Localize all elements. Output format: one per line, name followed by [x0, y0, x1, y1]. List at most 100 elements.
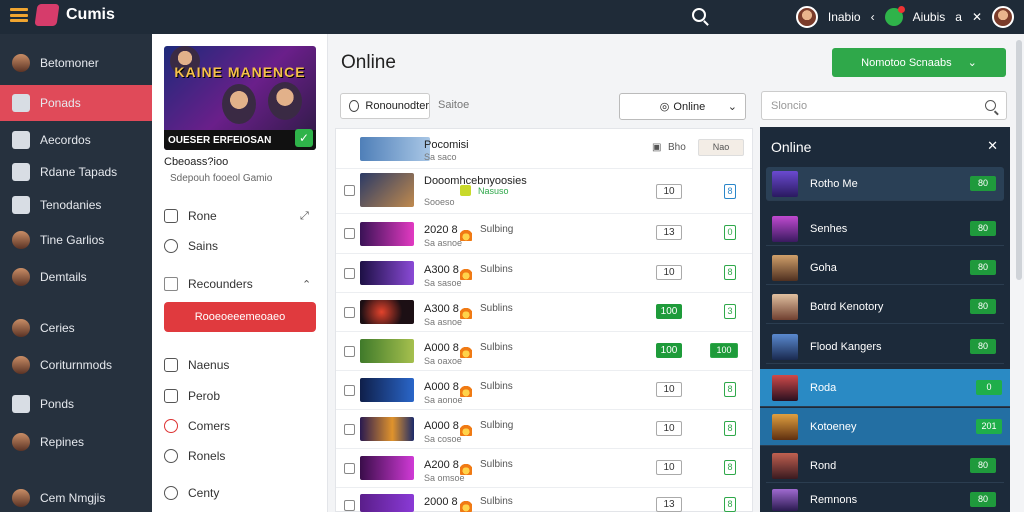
sidebar-item-5[interactable]: Tine Garlios [0, 222, 152, 258]
online-panel: Online ✕ Rotho Me 80 Senhes 80 Goha 80 Botr… [760, 127, 1010, 512]
flag-icon [164, 389, 178, 403]
online-item[interactable]: Rond 80 [766, 449, 1004, 483]
row-checkbox[interactable] [344, 346, 355, 357]
thumbnail [360, 261, 414, 285]
chevron-icon[interactable]: ‹ [871, 10, 875, 24]
page-title: Online [341, 52, 396, 73]
home-icon [12, 163, 30, 181]
avatar [772, 170, 798, 197]
fire-icon [460, 305, 472, 319]
thumbnail [360, 222, 414, 246]
fire-icon [460, 344, 472, 358]
online-item[interactable]: Goha 80 [766, 251, 1004, 285]
sidebar-item-9[interactable]: Ponds [0, 386, 152, 422]
filter-button[interactable]: Ronounodter [340, 93, 430, 119]
menu-item-2[interactable]: Recounders [164, 277, 253, 291]
sidebar-item-2[interactable]: Aecordos [0, 122, 152, 158]
menu-item-3[interactable]: Naenus [164, 358, 229, 372]
row-checkbox[interactable] [344, 385, 355, 396]
filter-icon [349, 100, 360, 112]
online-item[interactable]: Rotho Me 80 [766, 167, 1004, 201]
table-row[interactable]: 2020 8 Sa asnoe Sulbing 13 0 [336, 214, 752, 254]
table-row[interactable]: A300 8 Sa asnoe Sublins 100 3 [336, 293, 752, 332]
primary-red-button[interactable]: Rooeoeeemeoaeo [164, 302, 316, 332]
profile-avatar[interactable] [992, 6, 1014, 28]
chevron-up-icon[interactable]: ⌃ [302, 278, 311, 291]
panel-title: Online [771, 139, 812, 155]
row-checkbox[interactable] [344, 268, 355, 279]
row-checkbox[interactable] [344, 307, 355, 318]
row-checkbox[interactable] [344, 500, 355, 511]
username-2[interactable]: Aiubis [913, 10, 946, 24]
username[interactable]: Inabio [828, 10, 861, 24]
filter-text[interactable]: Saitoe [438, 99, 469, 111]
search-icon[interactable] [692, 8, 706, 22]
avatar [772, 452, 798, 479]
checkbox[interactable] [164, 277, 178, 291]
row-checkbox[interactable] [344, 228, 355, 239]
online-item[interactable]: Botrd Kenotory 80 [766, 290, 1004, 324]
search-icon[interactable] [985, 100, 996, 111]
game-cover-image[interactable]: KAINE MANENCE OUESER ERFEIOSAN ✓ [164, 46, 316, 150]
badge-icon [460, 185, 471, 196]
thumbnail [360, 494, 414, 512]
table-row[interactable]: A000 8 Sa aonoe Sulbins 10 8 [336, 371, 752, 410]
menu-item-4[interactable]: Perob [164, 389, 220, 403]
menu-item-6[interactable]: Ronels [164, 449, 225, 463]
hamburger-menu-icon[interactable] [10, 8, 28, 22]
online-item-selected[interactable]: Roda 0 [760, 369, 1010, 407]
link-icon [12, 131, 30, 149]
online-item[interactable]: Remnons 80 [766, 487, 1004, 512]
row-checkbox[interactable] [344, 185, 355, 196]
search-input[interactable]: Sloncio [761, 91, 1007, 120]
app-title: Cumis [66, 6, 115, 23]
table-row[interactable]: Dooomhcebnyoosies Sooeso Nasuso 10 8 [336, 169, 752, 214]
game-avatar-icon [12, 268, 30, 286]
sidebar-item-10[interactable]: Repines [0, 424, 152, 460]
game-avatar-icon [12, 356, 30, 374]
document-icon [12, 395, 30, 413]
thumbnail [360, 339, 414, 363]
table-row[interactable]: 2000 8 Sulbins 13 8 [336, 488, 752, 512]
fire-icon [460, 227, 472, 241]
green-action-button[interactable]: Nomotoo Scnaabs ⌄ [832, 48, 1006, 77]
chevron-down-icon: ⌄ [967, 57, 977, 69]
row-checkbox[interactable] [344, 424, 355, 435]
sidebar-item-11[interactable]: Cem Nmgjis [0, 480, 152, 512]
table-row[interactable]: Pocomisi Sa saco ▣ Bho Nao [336, 129, 752, 169]
brand[interactable]: Cumis [10, 4, 115, 26]
menu-item-7[interactable]: Centy [164, 486, 219, 500]
sidebar-item-4[interactable]: Tenodanies [0, 187, 152, 223]
online-item[interactable]: Senhes 80 [766, 212, 1004, 246]
fire-icon [460, 266, 472, 280]
online-item[interactable]: Flood Kangers 80 [766, 330, 1004, 364]
sidebar-item-7[interactable]: Ceries [0, 310, 152, 346]
scrollbar[interactable] [1016, 40, 1022, 280]
ribbon-icon [12, 94, 30, 112]
table-row[interactable]: A300 8 Sa sasoe Sulbins 10 8 [336, 254, 752, 293]
lock-icon: ▣ [652, 142, 662, 153]
status-select[interactable]: ◎ Online ⌄ [619, 93, 746, 120]
expand-icon[interactable]: ⤢ [300, 210, 309, 223]
table-row[interactable]: A200 8 Sa omsoe Sulbins 10 8 [336, 449, 752, 488]
notification-icon[interactable] [884, 6, 905, 26]
sidebar-item-0[interactable]: Betomoner [0, 45, 152, 81]
close-icon[interactable]: ✕ [987, 138, 998, 154]
sidebar-item-8[interactable]: Coriturnmods [0, 347, 152, 383]
menu-item-0[interactable]: Rone [164, 209, 217, 223]
letter-label: a [955, 10, 962, 24]
sidebar-item-3[interactable]: Rdane Tapads [0, 154, 152, 190]
avatar[interactable] [795, 6, 818, 28]
menu-item-1[interactable]: Sains [164, 239, 218, 253]
online-item[interactable]: Kotoeney 201 [760, 408, 1010, 446]
sidebar-item-1[interactable]: Ponads [0, 85, 152, 121]
game-meta-sub: Sdepouh fooeol Gamio [170, 173, 273, 184]
table-row[interactable]: A000 8 Sa oaxoe Sulbins 100 100 [336, 332, 752, 371]
sidebar-item-6[interactable]: Demtails [0, 259, 152, 295]
menu-item-5[interactable]: Comers [164, 419, 230, 433]
row-checkbox[interactable] [344, 463, 355, 474]
table-row[interactable]: A000 8 Sa cosoe Sulbing 10 8 [336, 410, 752, 449]
close-icon[interactable]: ✕ [972, 10, 982, 24]
clock-icon [164, 486, 178, 500]
tag-badge[interactable]: Nao [698, 139, 744, 156]
